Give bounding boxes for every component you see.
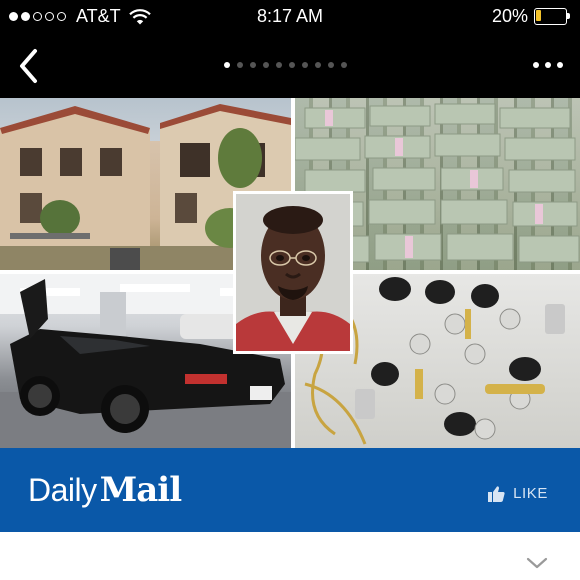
battery-percentage: 20% [491, 6, 528, 26]
page-dot[interactable] [302, 62, 308, 68]
chevron-left-icon[interactable] [14, 46, 44, 86]
content-area [0, 532, 580, 580]
page-dot[interactable] [276, 62, 282, 68]
photo-collage[interactable] [0, 98, 580, 448]
chevron-down-icon[interactable] [526, 556, 548, 570]
mugshot-photo [233, 191, 353, 354]
like-button[interactable]: LIKE [488, 485, 548, 502]
ellipsis-icon[interactable] [533, 62, 563, 68]
battery-icon [534, 8, 570, 25]
daily-mail-ad-bar[interactable]: DailyMail LIKE [0, 448, 580, 532]
page-dot[interactable] [328, 62, 334, 68]
navigation-bar [0, 34, 580, 98]
status-right: 20% [492, 6, 570, 27]
like-label: LIKE [513, 485, 548, 502]
page-indicator[interactable] [224, 62, 347, 68]
page-dot[interactable] [263, 62, 269, 68]
status-bar: AT&T 8:17 AM 20% [0, 0, 580, 34]
page-dot[interactable] [250, 62, 256, 68]
page-dot[interactable] [289, 62, 295, 68]
page-dot[interactable] [237, 62, 243, 68]
page-dot[interactable] [341, 62, 347, 68]
daily-mail-logo[interactable]: DailyMail [28, 470, 182, 510]
page-dot[interactable] [315, 62, 321, 68]
thumbs-up-icon [488, 485, 505, 502]
page-dot[interactable] [224, 62, 230, 68]
